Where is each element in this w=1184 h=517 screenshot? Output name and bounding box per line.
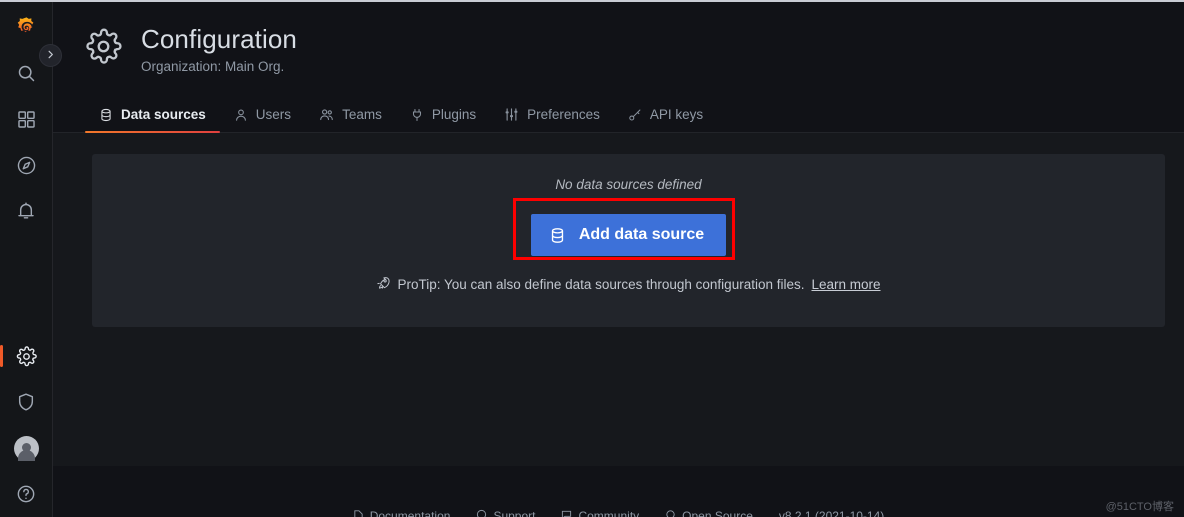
sidebar-top-group (0, 2, 52, 234)
protip-row: ProTip: You can also define data sources… (376, 276, 881, 294)
sidebar-item-configuration[interactable] (0, 333, 53, 379)
expand-side-menu-button[interactable] (39, 44, 62, 67)
protip-text: ProTip: You can also define data sources… (397, 277, 805, 292)
bell-icon (16, 201, 36, 221)
doc-icon (353, 509, 364, 517)
tab-label: Data sources (121, 106, 206, 122)
tab-users[interactable]: Users (220, 98, 305, 132)
tab-data-sources[interactable]: Data sources (85, 98, 220, 133)
comments-icon (561, 509, 572, 517)
configuration-tabs: Data sources Users Teams Plugins Prefere… (53, 98, 1184, 133)
footer-label: Support (493, 509, 536, 517)
database-icon (99, 108, 113, 122)
footer-item-community[interactable]: Community (561, 509, 639, 517)
shield-icon (16, 392, 36, 412)
user-icon (234, 108, 248, 122)
content-area: No data sources defined Add data source (53, 133, 1184, 466)
footer-item-documentation[interactable]: Documentation (353, 509, 451, 517)
footer-item-version: v8.2.1 (2021-10-14) (779, 509, 884, 517)
protip-learn-more-link[interactable]: Learn more (811, 277, 880, 293)
sidebar-item-help[interactable] (0, 471, 53, 517)
gear-icon (85, 28, 122, 70)
tab-api-keys[interactable]: API keys (614, 98, 717, 132)
search-icon (16, 63, 37, 84)
dashboards-grid-icon (17, 110, 36, 129)
page-header: Configuration Organization: Main Org. (53, 2, 1184, 98)
tab-plugins[interactable]: Plugins (396, 98, 490, 132)
data-sources-empty-panel: No data sources defined Add data source (92, 154, 1165, 327)
sidebar-bottom-group (0, 333, 52, 517)
gear-icon (16, 345, 37, 367)
plug-icon (410, 108, 424, 122)
sidebar-item-dashboards[interactable] (0, 96, 53, 142)
page-subtitle: Organization: Main Org. (141, 59, 285, 74)
sliders-icon (504, 107, 519, 122)
page-footer: Documentation Support Community Open Sou… (53, 466, 1184, 517)
rocket-icon (376, 276, 391, 294)
footer-label: Documentation (369, 509, 451, 517)
question-circle-icon (16, 484, 36, 504)
page-header-titles: Configuration Organization: Main Org. (141, 24, 297, 75)
grafana-app-window: Configuration Organization: Main Org. Da… (0, 0, 1184, 517)
question-icon (476, 509, 487, 517)
sidebar-item-profile[interactable] (0, 425, 53, 471)
watermark: @51CTO博客 (1105, 501, 1174, 513)
add-data-source-button[interactable]: Add data source (530, 214, 727, 256)
footer-label: Community (578, 509, 640, 517)
key-icon (628, 108, 642, 122)
main-sidebar (0, 2, 62, 517)
tab-preferences[interactable]: Preferences (490, 98, 614, 132)
sidebar-item-explore[interactable] (0, 142, 53, 188)
tab-label: API keys (649, 106, 704, 122)
sidebar-item-grafana-logo[interactable] (0, 6, 53, 50)
users-icon (319, 107, 334, 122)
tab-teams[interactable]: Teams (305, 98, 396, 132)
main-content: Configuration Organization: Main Org. Da… (53, 2, 1184, 517)
tab-label: Plugins (431, 106, 477, 122)
footer-label: v8.2.1 (2021-10-14) (778, 509, 885, 517)
tab-label: Users (255, 106, 292, 122)
sidebar-item-alerting[interactable] (0, 188, 53, 234)
tab-label: Preferences (527, 106, 600, 122)
tab-label: Teams (342, 106, 382, 122)
footer-item-open-source[interactable]: Open Source (665, 509, 753, 517)
add-data-source-label: Add data source (578, 226, 705, 243)
page-title: Configuration (141, 24, 297, 54)
avatar (13, 435, 39, 461)
add-data-source-wrapper: Add data source (512, 198, 735, 260)
sidebar-item-server-admin[interactable] (0, 379, 53, 425)
empty-state-message: No data sources defined (555, 177, 702, 192)
chevron-right-icon (45, 47, 56, 65)
grafana-logo-icon (14, 16, 39, 41)
database-icon (549, 227, 566, 244)
footer-label: Open Source (682, 509, 753, 517)
grafana-icon (665, 509, 676, 517)
compass-icon (16, 155, 37, 176)
footer-item-support[interactable]: Support (476, 509, 535, 517)
